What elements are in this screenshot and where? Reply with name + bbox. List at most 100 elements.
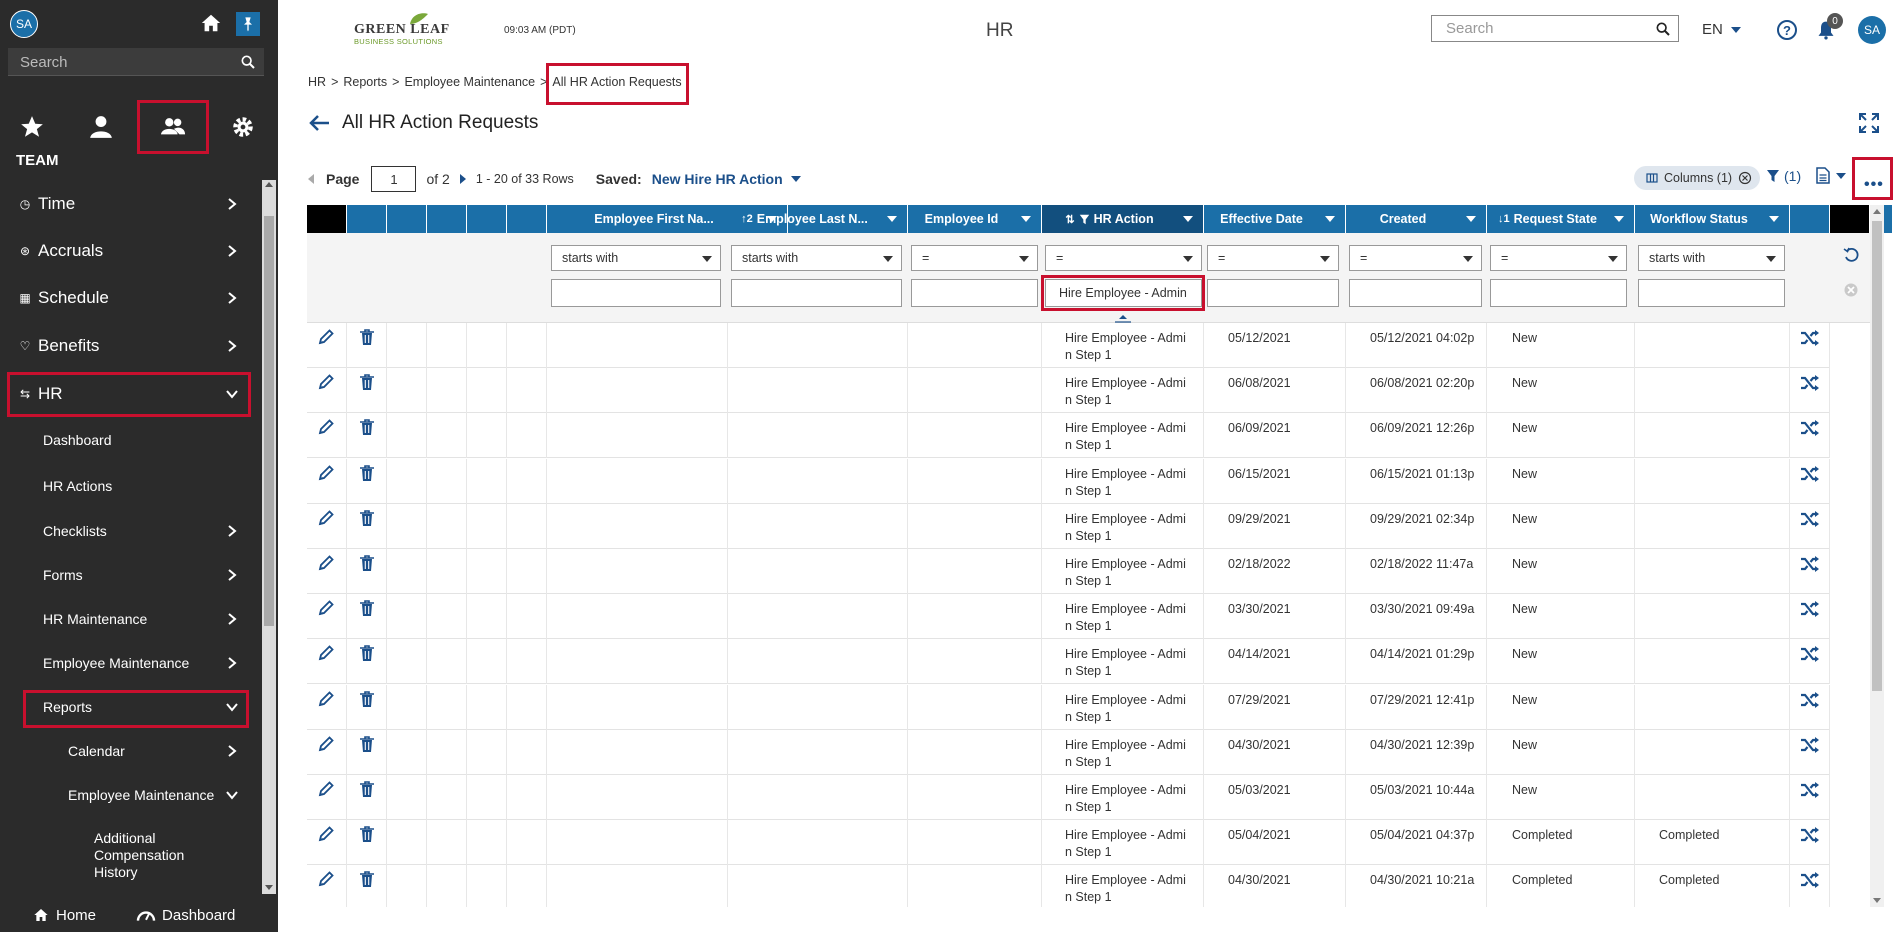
edit-icon[interactable] [317, 328, 335, 349]
edit-icon[interactable] [317, 690, 335, 711]
column-header-employee-id[interactable]: Employee Id [908, 205, 1042, 233]
clear-filter-icon[interactable] [1843, 282, 1859, 298]
scrollbar-thumb[interactable] [1872, 221, 1882, 691]
pin-button[interactable] [236, 12, 260, 36]
filter-operator-employee-id[interactable]: = [911, 245, 1038, 271]
table-row[interactable]: Hire Employee - Admi n Step 1 05/12/2021 05… [307, 323, 1830, 368]
delete-icon[interactable] [359, 464, 375, 485]
workflow-icon[interactable] [1800, 736, 1820, 757]
sidebar-item-checklists[interactable]: Checklists [0, 513, 260, 549]
workflow-icon[interactable] [1800, 374, 1820, 395]
delete-icon[interactable] [359, 644, 375, 665]
star-icon[interactable] [19, 114, 45, 140]
delete-icon[interactable] [359, 509, 375, 530]
filter-operator-workflow-status[interactable]: starts with [1638, 245, 1785, 271]
person-icon[interactable] [88, 114, 114, 140]
table-row[interactable]: Hire Employee - Admi n Step 1 02/18/2022 02… [307, 549, 1830, 594]
table-row[interactable]: Hire Employee - Admi n Step 1 05/03/2021 05… [307, 775, 1830, 820]
edit-icon[interactable] [317, 509, 335, 530]
filter-operator-request-state[interactable]: = [1490, 245, 1627, 271]
scroll-down-arrow[interactable] [265, 885, 273, 890]
delete-icon[interactable] [359, 599, 375, 620]
sidebar-item-reports-employee-maintenance[interactable]: Employee Maintenance [0, 777, 260, 813]
sidebar-item-hr-maintenance[interactable]: HR Maintenance [0, 601, 260, 637]
filter-operator-first-name[interactable]: starts with [551, 245, 721, 271]
filter-operator-hr-action[interactable]: = [1045, 245, 1202, 271]
edit-icon[interactable] [317, 780, 335, 801]
column-header-effective-date[interactable]: Effective Date [1204, 205, 1346, 233]
table-row[interactable]: Hire Employee - Admi n Step 1 04/30/2021 04… [307, 865, 1830, 907]
bottom-dashboard-link[interactable]: Dashboard [136, 907, 235, 924]
sidebar-item-benefits[interactable]: ♡ Benefits [0, 326, 260, 366]
table-row[interactable]: Hire Employee - Admi n Step 1 03/30/2021 03… [307, 594, 1830, 640]
reset-icon[interactable] [1843, 247, 1859, 263]
filter-operator-created[interactable]: = [1349, 245, 1482, 271]
breadcrumb-employee-maintenance[interactable]: Employee Maintenance [404, 75, 535, 89]
delete-icon[interactable] [359, 690, 375, 711]
chevron-down-icon[interactable] [887, 216, 897, 222]
edit-icon[interactable] [317, 418, 335, 439]
workflow-icon[interactable] [1800, 510, 1820, 531]
edit-icon[interactable] [317, 735, 335, 756]
workflow-icon[interactable] [1800, 465, 1820, 486]
workflow-icon[interactable] [1800, 826, 1820, 847]
filter-operator-effective-date[interactable]: = [1207, 245, 1339, 271]
workflow-icon[interactable] [1800, 691, 1820, 712]
sidebar-item-calendar[interactable]: Calendar [0, 733, 260, 769]
header-search-input[interactable]: Search [1431, 15, 1679, 42]
sidebar-search-input[interactable]: Search [8, 48, 264, 76]
edit-icon[interactable] [317, 870, 335, 891]
scroll-up-arrow[interactable] [1873, 209, 1881, 214]
column-header-last-name[interactable]: ↑2 Employee Last N... [728, 205, 908, 233]
prev-page-icon[interactable] [308, 174, 314, 184]
table-row[interactable]: Hire Employee - Admi n Step 1 09/29/2021 09… [307, 503, 1830, 549]
help-icon[interactable]: ? [1777, 20, 1797, 40]
workflow-icon[interactable] [1800, 329, 1820, 350]
table-row[interactable]: Hire Employee - Admi n Step 1 06/09/2021 06… [307, 413, 1830, 459]
delete-icon[interactable] [359, 780, 375, 801]
filter-input-last-name[interactable] [731, 279, 902, 307]
chevron-down-icon[interactable] [1614, 216, 1624, 222]
sidebar-item-schedule[interactable]: ▦ Schedule [0, 278, 260, 318]
search-icon[interactable] [1655, 21, 1671, 37]
edit-icon[interactable] [317, 373, 335, 394]
columns-chip[interactable]: Columns (1) [1634, 166, 1761, 190]
column-header-workflow-status[interactable]: Workflow Status [1635, 205, 1790, 233]
saved-view-dropdown[interactable]: New Hire HR Action [652, 171, 801, 187]
column-header-created[interactable]: Created [1346, 205, 1487, 233]
sidebar-item-forms[interactable]: Forms [0, 557, 260, 593]
sidebar-scrollbar[interactable] [262, 180, 276, 894]
page-number-input[interactable]: 1 [371, 166, 417, 192]
edit-icon[interactable] [317, 644, 335, 665]
clear-icon[interactable] [1738, 171, 1752, 185]
gear-icon[interactable] [230, 114, 256, 140]
next-page-icon[interactable] [459, 174, 466, 184]
delete-icon[interactable] [359, 554, 375, 575]
sidebar-item-accruals[interactable]: ⊛ Accruals [0, 231, 260, 271]
delete-icon[interactable] [359, 418, 375, 439]
scroll-up-arrow[interactable] [265, 182, 273, 187]
table-row[interactable]: Hire Employee - Admi n Step 1 06/08/2021 06… [307, 368, 1830, 414]
chevron-down-icon[interactable] [1021, 216, 1031, 222]
language-selector[interactable]: EN [1702, 21, 1741, 38]
filter-input-first-name[interactable] [551, 279, 721, 307]
table-row[interactable]: Hire Employee - Admi n Step 1 07/29/2021 07… [307, 684, 1830, 730]
resize-handle-icon[interactable] [1114, 313, 1132, 323]
user-avatar[interactable]: SA [10, 10, 38, 38]
workflow-icon[interactable] [1800, 645, 1820, 666]
workflow-icon[interactable] [1800, 600, 1820, 621]
workflow-icon[interactable] [1800, 555, 1820, 576]
filter-toggle[interactable]: (1) [1766, 168, 1801, 184]
table-row[interactable]: Hire Employee - Admi n Step 1 06/15/2021 06… [307, 458, 1830, 504]
scrollbar-thumb[interactable] [264, 216, 274, 626]
filter-input-employee-id[interactable] [911, 279, 1038, 307]
sidebar-item-additional-compensation-history[interactable]: Additional Compensation History [0, 830, 200, 880]
more-options-icon[interactable]: ••• [1864, 176, 1884, 194]
filter-input-request-state[interactable] [1490, 279, 1627, 307]
scroll-down-arrow[interactable] [1873, 898, 1881, 903]
sidebar-item-time[interactable]: ◷ Time [0, 184, 260, 224]
delete-icon[interactable] [359, 825, 375, 846]
workflow-icon[interactable] [1800, 419, 1820, 440]
edit-icon[interactable] [317, 599, 335, 620]
column-header-request-state[interactable]: ↓1 Request State [1487, 205, 1635, 233]
